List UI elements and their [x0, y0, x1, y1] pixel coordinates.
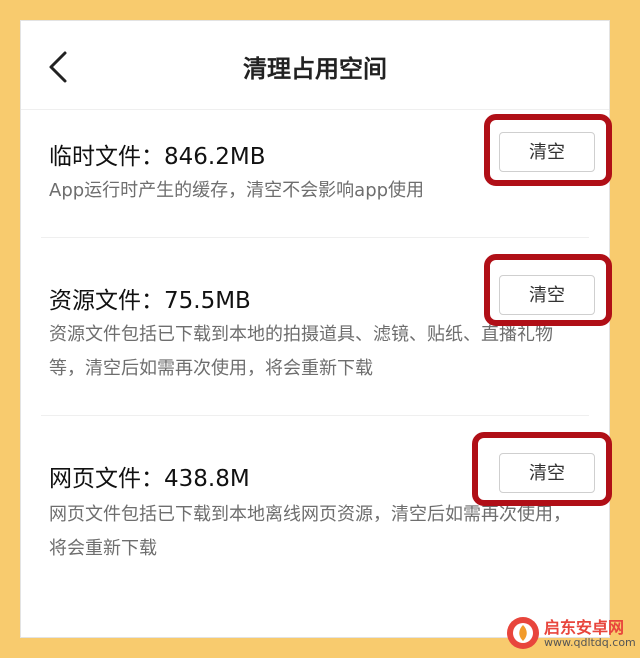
watermark-name: 启东安卓网 — [544, 618, 625, 637]
page-title: 清理占用空间 — [243, 55, 387, 83]
clear-temp-files-button[interactable]: 清空 — [499, 132, 595, 172]
watermark-logo-icon — [507, 617, 539, 649]
watermark-url: www.qdltdq.com — [544, 636, 636, 649]
resource-files-description: 资源文件包括已下载到本地的拍摄道具、滤镜、贴纸、直播礼物等，清空后如需再次使用，… — [49, 324, 553, 379]
temp-files-label: 临时文件：846.2MB — [49, 144, 266, 170]
section-divider — [41, 415, 589, 416]
watermark: 启东安卓网 www.qdltdq.com — [506, 612, 636, 656]
resource-files-label: 资源文件：75.5MB — [49, 288, 251, 314]
web-files-description: 网页文件包括已下载到本地离线网页资源，清空后如需再次使用，将会重新下载 — [49, 504, 571, 559]
web-files-label: 网页文件：438.8M — [49, 466, 250, 492]
section-divider — [41, 237, 589, 238]
clear-resource-files-button[interactable]: 清空 — [499, 275, 595, 315]
phone-screen: 清理占用空间 临时文件：846.2MB App运行时产生的缓存，清空不会影响ap… — [20, 20, 610, 638]
temp-files-description: App运行时产生的缓存，清空不会影响app使用 — [49, 180, 425, 201]
clear-web-files-button[interactable]: 清空 — [499, 453, 595, 493]
header: 清理占用空间 — [21, 21, 609, 110]
